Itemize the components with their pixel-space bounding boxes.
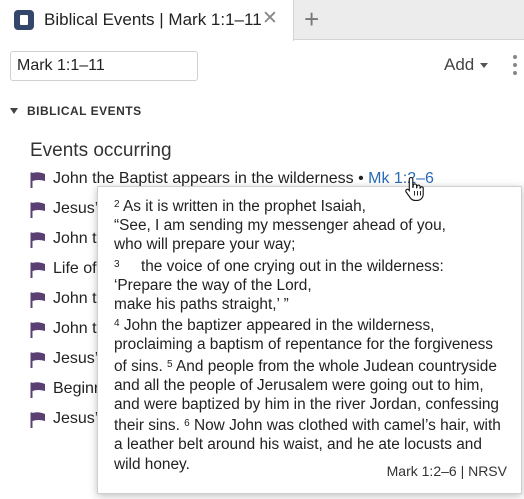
hand-cursor-icon	[405, 176, 424, 201]
flag-icon	[30, 262, 45, 278]
event-reference-link[interactable]: Mk 1:2–6	[368, 170, 434, 187]
tab-title: Biblical Events | Mark 1:1–11	[44, 10, 262, 29]
flag-icon	[30, 352, 45, 368]
flag-icon	[30, 322, 45, 338]
popup-citation[interactable]: Mark 1:2–6 | NRSV	[387, 463, 507, 479]
reference-input[interactable]	[10, 51, 198, 81]
flag-icon	[30, 382, 45, 398]
flag-icon	[30, 202, 45, 218]
chevron-down-icon[interactable]	[480, 63, 488, 68]
add-tab-icon[interactable]: +	[304, 4, 319, 34]
event-separator: •	[353, 170, 369, 187]
section-title[interactable]: BIBLICAL EVENTS	[27, 104, 142, 118]
event-label[interactable]: John t	[53, 230, 97, 247]
add-button[interactable]: Add	[444, 55, 474, 75]
flag-icon	[30, 232, 45, 248]
flag-icon	[30, 292, 45, 308]
more-options-icon[interactable]	[513, 55, 519, 77]
event-label[interactable]: John t	[53, 290, 97, 307]
event-label[interactable]: Beginn	[53, 380, 103, 397]
tab-biblical-events[interactable]: Biblical Events | Mark 1:1–11 ✕	[0, 0, 294, 41]
event-label[interactable]: Jesus’	[53, 200, 98, 217]
verse-2: 2 As it is written in the prophet Isaiah…	[114, 198, 501, 473]
verse-popup: 2 As it is written in the prophet Isaiah…	[97, 186, 522, 494]
flag-icon	[30, 412, 45, 428]
close-icon[interactable]: ✕	[262, 8, 278, 30]
event-label[interactable]: John the Baptist appears in the wilderne…	[53, 170, 354, 187]
event-label[interactable]: Life of	[53, 260, 97, 277]
book-icon	[14, 10, 34, 30]
event-label[interactable]: Jesus’	[53, 350, 98, 367]
collapse-caret-icon[interactable]	[10, 108, 18, 114]
tab-bar: Biblical Events | Mark 1:1–11 ✕ +	[0, 0, 524, 41]
flag-icon	[30, 172, 45, 188]
event-label[interactable]: John t	[53, 320, 97, 337]
event-label[interactable]: Jesus’	[53, 410, 98, 427]
events-heading: Events occurring	[30, 140, 172, 161]
